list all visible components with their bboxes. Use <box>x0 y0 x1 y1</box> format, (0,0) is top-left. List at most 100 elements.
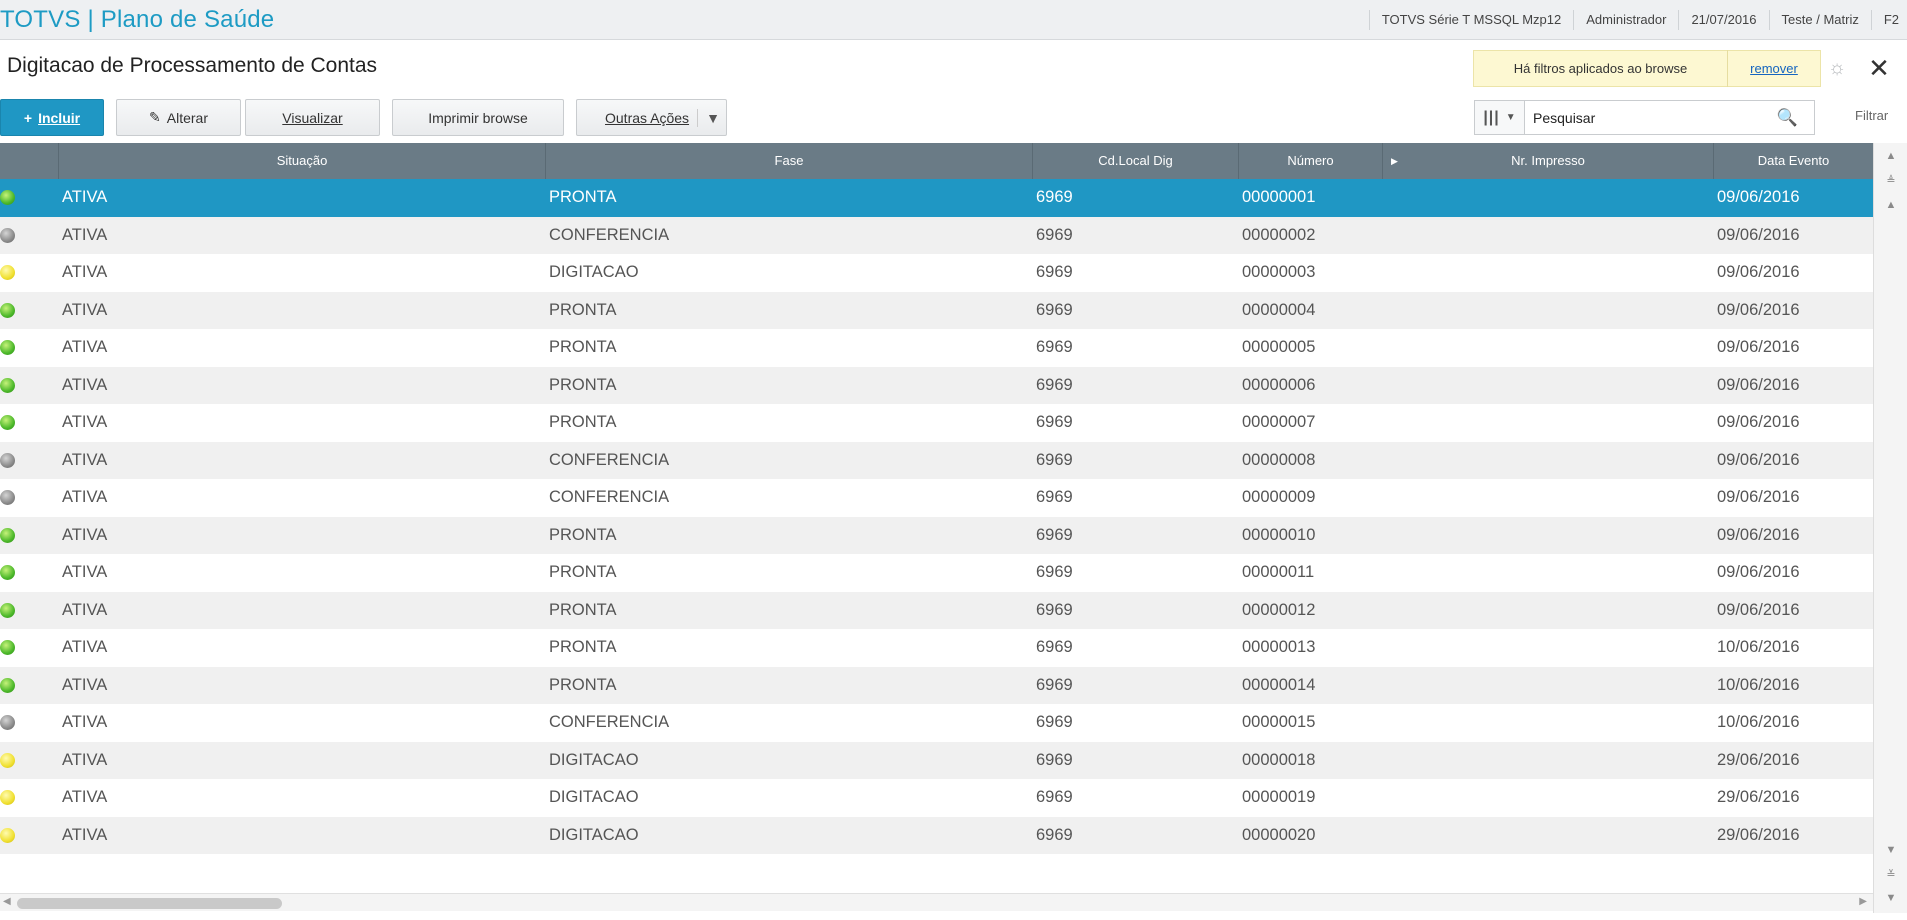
table-row[interactable]: ATIVA PRONTA 6969 00000011 09/06/2016 <box>0 554 1873 592</box>
column-selector[interactable]: ||| ▼ <box>1474 100 1524 135</box>
cell-cd-local-dig: 6969 <box>1036 450 1073 469</box>
cell-fase: PRONTA <box>549 638 617 657</box>
status-cell[interactable] <box>0 404 59 442</box>
user-name[interactable]: Administrador <box>1573 10 1678 30</box>
incluir-label: Incluir <box>38 109 81 126</box>
scroll-down-icon[interactable]: ▼ <box>1874 843 1907 857</box>
scroll-right-icon[interactable]: ▶ <box>1859 896 1867 907</box>
status-cell[interactable] <box>0 554 59 592</box>
company-branch[interactable]: Teste / Matriz <box>1768 10 1871 30</box>
status-cell[interactable] <box>0 329 59 367</box>
column-header-cd-local-dig[interactable]: Cd.Local Dig <box>1033 143 1239 179</box>
column-header-nr-impresso[interactable]: ▶ Nr. Impresso <box>1383 143 1714 179</box>
cell-numero: 00000020 <box>1242 825 1316 844</box>
table-row[interactable]: ATIVA CONFERENCIA 6969 00000015 10/06/2016 <box>0 704 1873 742</box>
page-up-icon[interactable]: ≜ <box>1874 174 1907 188</box>
column-header-numero[interactable]: Número <box>1239 143 1383 179</box>
status-cell[interactable] <box>0 817 59 855</box>
vertical-scrollbar[interactable]: ▲ ≜ ▲ ▼ ≚ ▼ <box>1873 143 1907 913</box>
cell-nr-impresso <box>1383 217 1714 255</box>
status-cell[interactable] <box>0 704 59 742</box>
visualizar-button[interactable]: Visualizar <box>245 99 380 136</box>
remove-filter-link[interactable]: remover <box>1728 61 1820 76</box>
table-row[interactable]: ATIVA PRONTA 6969 00000001 09/06/2016 <box>0 179 1873 217</box>
status-cell[interactable] <box>0 254 59 292</box>
table-row[interactable]: ATIVA CONFERENCIA 6969 00000009 09/06/2016 <box>0 479 1873 517</box>
status-column-header[interactable] <box>0 143 59 179</box>
gear-icon[interactable]: ☼ <box>1826 57 1848 79</box>
filtrar-link[interactable]: Filtrar <box>1855 108 1888 123</box>
status-cell[interactable] <box>0 217 59 255</box>
table-row[interactable]: ATIVA CONFERENCIA 6969 00000008 09/06/2016 <box>0 441 1873 480</box>
outras-acoes-button[interactable]: Outras Ações ▼ <box>576 99 727 136</box>
cell-data-evento: 09/06/2016 <box>1717 188 1800 207</box>
cell-cd-local-dig: 6969 <box>1036 825 1073 844</box>
horizontal-scroll-thumb[interactable] <box>17 898 282 909</box>
status-cell[interactable] <box>0 292 59 330</box>
page-down-icon[interactable]: ≚ <box>1874 868 1907 882</box>
cell-fase: CONFERENCIA <box>549 488 670 507</box>
cell-situacao: ATIVA <box>62 413 108 432</box>
cell-situacao: ATIVA <box>62 750 108 769</box>
status-cell[interactable] <box>0 779 59 817</box>
table-row[interactable]: ATIVA PRONTA 6969 00000004 09/06/2016 <box>0 291 1873 330</box>
table-row[interactable]: ATIVA DIGITACAO 6969 00000018 29/06/2016 <box>0 741 1873 780</box>
chevron-down-icon: ▼ <box>1505 112 1516 123</box>
cell-nr-impresso <box>1383 554 1714 592</box>
cell-data-evento: 09/06/2016 <box>1717 563 1800 582</box>
cell-nr-impresso <box>1383 517 1714 555</box>
table-row[interactable]: ATIVA DIGITACAO 6969 00000019 29/06/2016 <box>0 779 1873 817</box>
cell-nr-impresso <box>1383 742 1714 780</box>
cell-nr-impresso <box>1383 292 1714 330</box>
status-cell[interactable] <box>0 742 59 780</box>
status-cell[interactable] <box>0 592 59 630</box>
cell-nr-impresso <box>1383 367 1714 405</box>
cell-numero: 00000006 <box>1242 375 1316 394</box>
scroll-up-icon[interactable]: ▲ <box>1874 198 1907 212</box>
status-cell[interactable] <box>0 479 59 517</box>
cell-fase: CONFERENCIA <box>549 713 670 732</box>
scroll-top-icon[interactable]: ▲ <box>1874 149 1907 163</box>
status-light-icon <box>0 602 15 618</box>
help-key[interactable]: F2 <box>1870 10 1907 30</box>
status-cell[interactable] <box>0 179 59 217</box>
cell-data-evento: 29/06/2016 <box>1717 788 1800 807</box>
cell-numero: 00000007 <box>1242 413 1316 432</box>
cell-nr-impresso <box>1383 329 1714 367</box>
cell-situacao: ATIVA <box>62 263 108 282</box>
column-header-data-evento[interactable]: Data Evento <box>1714 143 1873 179</box>
table-row[interactable]: ATIVA PRONTA 6969 00000006 09/06/2016 <box>0 366 1873 405</box>
table-row[interactable]: ATIVA CONFERENCIA 6969 00000002 09/06/2016 <box>0 216 1873 255</box>
column-header-situacao[interactable]: Situação <box>59 143 546 179</box>
column-header-fase[interactable]: Fase <box>546 143 1033 179</box>
table-row[interactable]: ATIVA PRONTA 6969 00000005 09/06/2016 <box>0 329 1873 367</box>
scroll-left-icon[interactable]: ◀ <box>3 896 11 907</box>
status-cell[interactable] <box>0 667 59 705</box>
cell-data-evento: 09/06/2016 <box>1717 225 1800 244</box>
table-row[interactable]: ATIVA DIGITACAO 6969 00000020 29/06/2016 <box>0 816 1873 855</box>
alterar-button[interactable]: ✎ Alterar <box>116 99 241 136</box>
status-light-icon <box>0 340 15 356</box>
cell-situacao: ATIVA <box>62 375 108 394</box>
search-icon[interactable]: 🔍 <box>1777 108 1798 128</box>
status-cell[interactable] <box>0 629 59 667</box>
cell-numero: 00000013 <box>1242 638 1316 657</box>
status-cell[interactable] <box>0 367 59 405</box>
table-row[interactable]: ATIVA PRONTA 6969 00000012 09/06/2016 <box>0 591 1873 630</box>
table-row[interactable]: ATIVA PRONTA 6969 00000007 09/06/2016 <box>0 404 1873 442</box>
cell-situacao: ATIVA <box>62 338 108 357</box>
table-row[interactable]: ATIVA PRONTA 6969 00000013 10/06/2016 <box>0 629 1873 667</box>
search-input[interactable] <box>1525 101 1765 134</box>
close-icon[interactable]: ✕ <box>1866 54 1892 82</box>
imprimir-browse-button[interactable]: Imprimir browse <box>392 99 564 136</box>
table-row[interactable]: ATIVA PRONTA 6969 00000010 09/06/2016 <box>0 516 1873 555</box>
cell-numero: 00000008 <box>1242 450 1316 469</box>
status-light-icon <box>0 227 15 243</box>
scroll-bottom-icon[interactable]: ▼ <box>1874 891 1907 905</box>
status-cell[interactable] <box>0 442 59 480</box>
table-row[interactable]: ATIVA DIGITACAO 6969 00000003 09/06/2016 <box>0 254 1873 292</box>
status-cell[interactable] <box>0 517 59 555</box>
horizontal-scrollbar[interactable]: ◀ ▶ <box>0 893 1873 911</box>
table-row[interactable]: ATIVA PRONTA 6969 00000014 10/06/2016 <box>0 666 1873 705</box>
incluir-button[interactable]: + Incluir <box>0 99 104 136</box>
